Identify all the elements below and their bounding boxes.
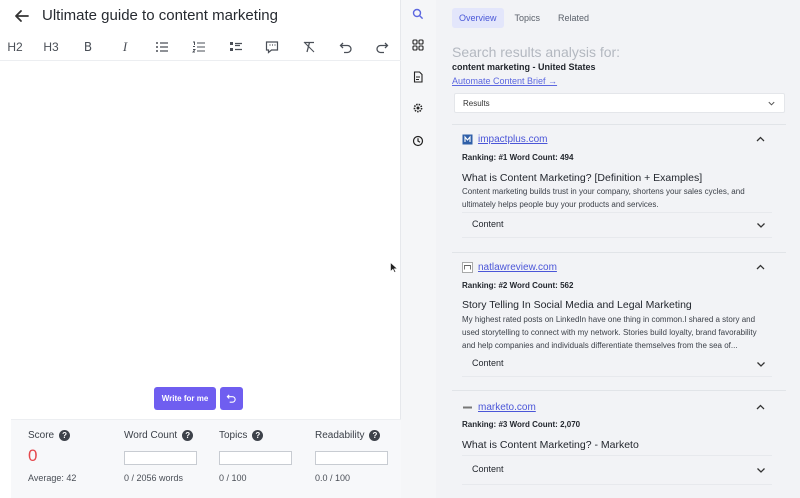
chevron-up-icon[interactable] xyxy=(755,134,766,145)
topics-label: Topics xyxy=(219,430,248,441)
analysis-panel: Overview Topics Related Search results a… xyxy=(436,0,800,498)
result-description: Content marketing builds trust in your c… xyxy=(462,187,745,209)
document-title[interactable]: Ultimate guide to content marketing xyxy=(42,7,278,24)
tab-topics[interactable]: Topics xyxy=(508,8,548,28)
chevron-down-icon xyxy=(757,223,765,228)
result-card: impactplus.com Ranking: #1 Word Count: 4… xyxy=(452,124,786,243)
redo-icon[interactable] xyxy=(371,37,393,57)
bold-label: B xyxy=(83,40,93,54)
help-icon[interactable]: ? xyxy=(252,430,264,441)
content-label: Content xyxy=(472,464,504,474)
undo-arrow-icon xyxy=(226,394,236,403)
grid-icon[interactable] xyxy=(411,38,424,51)
heading-3-label: H3 xyxy=(43,40,59,54)
marketo-favicon-icon xyxy=(463,406,472,409)
content-label: Content xyxy=(472,219,504,229)
result-title: What is Content Marketing? - Marketo xyxy=(462,439,639,451)
word-count-value: 0 / 2056 words xyxy=(124,473,184,483)
content-expander[interactable]: Content xyxy=(462,463,772,477)
write-for-me-button[interactable]: Write for me xyxy=(154,387,216,410)
chevron-down-icon xyxy=(768,101,775,106)
result-ranking: Ranking: #3 Word Count: 2,070 xyxy=(462,420,581,429)
formatting-toolbar: H2 H3 B I xyxy=(0,34,401,61)
mouse-cursor-icon xyxy=(390,262,398,273)
chevron-down-icon xyxy=(757,468,765,473)
comment-icon[interactable] xyxy=(261,37,283,57)
word-count-metric: Word Count? 0 / 2056 words xyxy=(124,430,214,483)
content-label: Content xyxy=(472,358,504,368)
result-description: My highest rated posts on LinkedIn have … xyxy=(462,315,757,350)
document-icon[interactable] xyxy=(411,70,424,83)
automate-content-brief-link[interactable]: Automate Content Brief → xyxy=(452,76,557,86)
history-icon[interactable] xyxy=(411,134,424,147)
card-divider xyxy=(462,237,772,238)
word-count-bar xyxy=(124,451,197,465)
bold-button[interactable]: B xyxy=(77,37,99,57)
panel-tabs: Overview Topics Related xyxy=(452,8,596,28)
result-site-link[interactable]: natlawreview.com xyxy=(478,262,557,273)
card-divider xyxy=(462,455,772,456)
card-divider xyxy=(462,376,772,377)
card-divider xyxy=(452,124,786,125)
readability-bar xyxy=(315,451,388,465)
bullet-list-icon[interactable] xyxy=(151,37,173,57)
analysis-query: content marketing - United States xyxy=(452,62,596,72)
clear-formatting-icon[interactable] xyxy=(298,37,320,57)
undo-ai-button[interactable] xyxy=(220,387,243,410)
content-expander[interactable]: Content xyxy=(462,357,772,371)
result-title: What is Content Marketing? [Definition +… xyxy=(462,172,703,184)
chevron-up-icon[interactable] xyxy=(755,402,766,413)
topics-bar xyxy=(219,451,292,465)
chevron-up-icon[interactable] xyxy=(755,262,766,273)
numbered-list-icon[interactable] xyxy=(188,37,210,57)
card-divider xyxy=(452,252,786,253)
results-dropdown-value: Results xyxy=(463,99,490,108)
checklist-icon[interactable] xyxy=(225,37,247,57)
score-bar: Score? 0 Average: 42 Word Count? 0 / 205… xyxy=(11,419,401,498)
italic-button[interactable]: I xyxy=(114,37,136,57)
settings-icon[interactable] xyxy=(411,101,424,114)
content-expander[interactable]: Content xyxy=(462,218,772,232)
topics-metric: Topics? 0 / 100 xyxy=(219,430,309,483)
card-divider xyxy=(462,212,772,213)
result-site-link[interactable]: marketo.com xyxy=(478,402,536,413)
results-dropdown[interactable]: Results xyxy=(454,93,785,113)
editor-header: Ultimate guide to content marketing xyxy=(0,0,401,34)
natlawreview-favicon-icon xyxy=(462,262,473,273)
card-divider xyxy=(452,390,786,391)
heading-2-button[interactable]: H2 xyxy=(4,37,26,57)
side-icon-rail xyxy=(401,0,436,498)
italic-label: I xyxy=(122,39,128,54)
impactplus-favicon-icon xyxy=(462,134,473,145)
result-ranking: Ranking: #1 Word Count: 494 xyxy=(462,153,574,162)
heading-3-button[interactable]: H3 xyxy=(40,37,62,57)
result-title: Story Telling In Social Media and Legal … xyxy=(462,299,692,311)
score-label: Score xyxy=(28,430,55,441)
result-ranking: Ranking: #2 Word Count: 562 xyxy=(462,281,574,290)
word-count-label: Word Count xyxy=(124,430,178,441)
topics-value: 0 / 100 xyxy=(219,473,247,483)
heading-2-label: H2 xyxy=(7,40,23,54)
result-site-link[interactable]: impactplus.com xyxy=(478,134,547,145)
score-average: Average: 42 xyxy=(28,473,77,483)
help-icon[interactable]: ? xyxy=(369,430,381,441)
card-divider xyxy=(462,484,772,485)
score-metric: Score? 0 Average: 42 xyxy=(28,430,118,483)
help-icon[interactable]: ? xyxy=(182,430,194,441)
analysis-heading: Search results analysis for: xyxy=(452,44,621,60)
readability-value: 0.0 / 100 xyxy=(315,473,351,483)
tab-overview[interactable]: Overview xyxy=(452,8,504,28)
result-card: natlawreview.com Ranking: #2 Word Count:… xyxy=(452,252,786,382)
result-card: marketo.com Ranking: #3 Word Count: 2,07… xyxy=(452,390,786,498)
score-value: 0 xyxy=(28,446,38,465)
chevron-down-icon xyxy=(757,362,765,367)
back-arrow-icon[interactable] xyxy=(12,6,32,26)
readability-label: Readability xyxy=(315,430,365,441)
search-icon[interactable] xyxy=(411,7,424,20)
readability-metric: Readability? 0.0 / 100 xyxy=(315,430,405,483)
tab-related[interactable]: Related xyxy=(551,8,596,28)
editor-pane: Ultimate guide to content marketing H2 H… xyxy=(0,0,401,498)
help-icon[interactable]: ? xyxy=(59,430,71,441)
undo-icon[interactable] xyxy=(335,37,357,57)
